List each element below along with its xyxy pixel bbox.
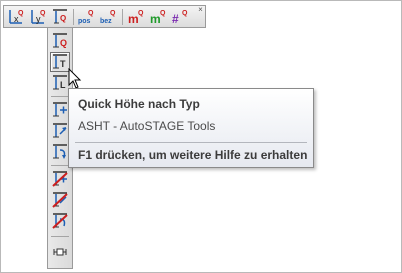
quick-m-red-icon: m Q bbox=[128, 10, 144, 25]
quick-m-green-sup: Q bbox=[160, 10, 166, 17]
quick-x-sup: Q bbox=[18, 10, 24, 17]
height-plus-icon bbox=[53, 102, 67, 117]
quick-x-button[interactable]: x Q bbox=[6, 7, 26, 26]
quick-number-sup: Q bbox=[182, 10, 188, 17]
height-t-letter: T bbox=[60, 59, 66, 69]
mouse-pointer-icon bbox=[68, 68, 82, 89]
height-curve-icon bbox=[53, 144, 67, 159]
height-arrow-icon bbox=[53, 123, 67, 138]
quick-pos-glyph: pos bbox=[78, 18, 91, 25]
toolbar-handle-button[interactable] bbox=[50, 242, 70, 262]
quick-y-icon: y Q bbox=[31, 10, 46, 24]
tooltip-subtitle: ASHT - AutoSTAGE Tools bbox=[78, 119, 216, 133]
quick-bez-icon: bez Q bbox=[100, 10, 116, 25]
quick-number-button[interactable]: # Q bbox=[170, 7, 190, 26]
toolbar-handle-icon bbox=[53, 248, 67, 256]
quick-number-glyph: # bbox=[172, 12, 179, 25]
quick-y-sup: Q bbox=[40, 10, 46, 17]
toolbar-separator bbox=[51, 96, 69, 97]
height-t-icon: T bbox=[53, 54, 67, 69]
toolbar-separator bbox=[122, 9, 123, 25]
quick-bez-button[interactable]: bez Q bbox=[99, 7, 119, 26]
quick-y-button[interactable]: y Q bbox=[28, 7, 48, 26]
quick-pos-sup: Q bbox=[88, 10, 94, 17]
height-arrow-button[interactable] bbox=[50, 121, 70, 141]
quick-pos-icon: pos Q bbox=[78, 10, 94, 25]
quick-x-icon: x Q bbox=[9, 10, 24, 24]
quick-height-sup: Q bbox=[60, 14, 66, 23]
height-delete-arrow-button[interactable] bbox=[50, 190, 70, 210]
height-delete-plus-icon bbox=[52, 171, 68, 187]
height-delete-curve-icon bbox=[52, 213, 68, 229]
quick-toolbar-horizontal: x Q y Q Q pos Q bez Q m Q m Q # Q × bbox=[3, 5, 206, 28]
quick-m-green-button[interactable]: m Q bbox=[148, 7, 168, 26]
quick-m-red-sup: Q bbox=[138, 10, 144, 17]
height-q-button[interactable]: Q bbox=[50, 31, 70, 51]
quick-bez-sup: Q bbox=[110, 10, 116, 17]
tooltip: Quick Höhe nach Typ ASHT - AutoSTAGE Too… bbox=[68, 88, 314, 168]
height-delete-plus-button[interactable] bbox=[50, 169, 70, 189]
height-curve-button[interactable] bbox=[50, 142, 70, 162]
tooltip-title: Quick Höhe nach Typ bbox=[78, 97, 200, 111]
height-t-button[interactable]: T bbox=[50, 52, 70, 72]
height-q-icon: Q bbox=[53, 33, 67, 48]
toolbar-separator bbox=[51, 236, 69, 237]
tooltip-divider bbox=[75, 142, 307, 143]
tooltip-help-text: F1 drücken, um weitere Hilfe zu erhalten bbox=[78, 148, 308, 162]
quick-height-button[interactable]: Q bbox=[50, 7, 70, 26]
toolbar-separator bbox=[73, 9, 74, 25]
height-q-letter: Q bbox=[60, 38, 67, 48]
toolbar-separator bbox=[51, 165, 69, 166]
height-l-letter: L bbox=[60, 80, 66, 90]
height-plus-button[interactable] bbox=[50, 100, 70, 120]
quick-m-red-button[interactable]: m Q bbox=[126, 7, 146, 26]
quick-pos-button[interactable]: pos Q bbox=[77, 7, 97, 26]
height-delete-curve-button[interactable] bbox=[50, 211, 70, 231]
height-l-button[interactable]: L bbox=[50, 73, 70, 93]
toolbar-close-icon[interactable]: × bbox=[197, 6, 204, 14]
quick-bez-glyph: bez bbox=[100, 18, 112, 25]
quick-height-icon: Q bbox=[53, 9, 67, 24]
quick-m-green-icon: m Q bbox=[150, 10, 166, 25]
height-delete-arrow-icon bbox=[52, 192, 68, 208]
quick-number-icon: # Q bbox=[172, 10, 188, 25]
height-l-icon: L bbox=[53, 75, 67, 90]
